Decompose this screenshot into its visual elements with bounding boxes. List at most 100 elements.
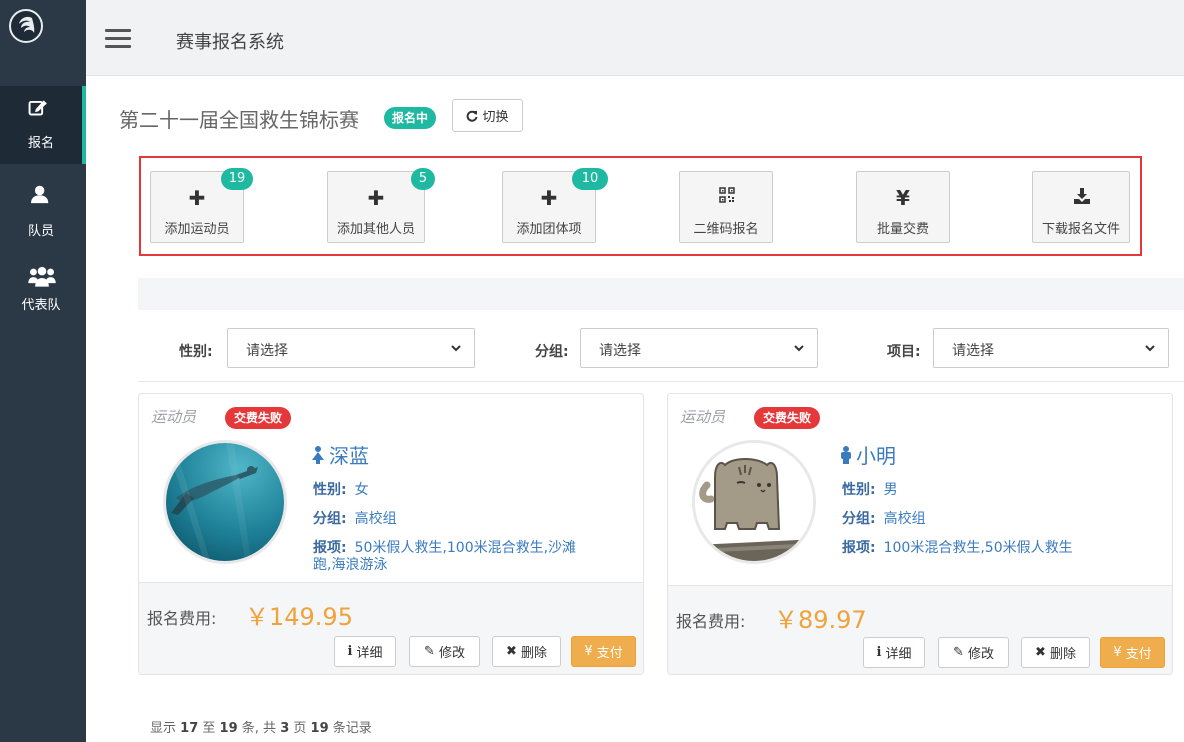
pager-pages: 3 <box>280 721 290 736</box>
sidebar: 报名 队员 代表队 <box>0 0 86 742</box>
edit-button[interactable]: ✎ 修改 <box>409 636 480 667</box>
user-icon <box>31 185 49 204</box>
events-info-continued: 跑,海浪游泳 <box>313 557 388 573</box>
add-other-staff-button[interactable]: ✚ 添加其他人员 <box>327 171 425 243</box>
fee-value: ￥89.97 <box>774 606 867 634</box>
sidebar-item-members[interactable]: 队员 <box>0 166 86 244</box>
gender-select-value: 请选择 <box>246 343 288 359</box>
fee-label: 报名费用: <box>147 609 217 628</box>
athlete-count-badge: 19 <box>221 168 253 190</box>
detail-button[interactable]: i 详细 <box>863 637 925 668</box>
events-info-value: 100米混合救生,50米假人救生 <box>883 540 1073 556</box>
edit-button[interactable]: ✎ 修改 <box>938 637 1009 668</box>
switch-competition-button[interactable]: 切换 <box>452 99 523 132</box>
gender-info: 性别: 男 <box>842 479 898 499</box>
gender-info-label: 性别: <box>842 482 876 498</box>
gender-info: 性别: 女 <box>313 479 369 499</box>
gender-info-value: 男 <box>883 482 898 498</box>
plus-icon: ✚ <box>188 186 206 210</box>
pager-suffix: 条记录 <box>332 721 372 736</box>
edit-icon <box>28 100 47 116</box>
events-info: 报项: 100米混合救生,50米假人救生 <box>842 537 1073 557</box>
payment-status-badge: 交费失败 <box>754 407 821 429</box>
pay-label: 支付 <box>1125 647 1152 662</box>
group-info-label: 分组: <box>313 511 347 527</box>
avatar <box>163 440 287 564</box>
action-label: 添加其他人员 <box>336 222 415 237</box>
sidebar-item-register[interactable]: 报名 <box>0 86 86 164</box>
sidebar-item-teams[interactable]: 代表队 <box>0 240 86 318</box>
chevron-down-icon <box>794 345 804 352</box>
yen-icon: ¥ <box>896 186 910 210</box>
plus-icon: ✚ <box>540 186 558 210</box>
sidebar-item-label: 报名 <box>27 136 54 151</box>
chevron-down-icon <box>1145 345 1155 352</box>
pagination-info: 显示 17 至 19 条, 共 3 页 19 条记录 <box>150 717 372 736</box>
delete-button[interactable]: ✖ 删除 <box>1021 637 1090 668</box>
event-select[interactable]: 请选择 <box>933 328 1169 368</box>
pay-button[interactable]: ¥ 支付 <box>1100 637 1165 668</box>
detail-button[interactable]: i 详细 <box>334 636 396 667</box>
download-icon <box>1074 188 1090 204</box>
chevron-down-icon <box>451 345 461 352</box>
users-icon <box>28 266 56 287</box>
other-staff-count-badge: 5 <box>411 168 435 190</box>
competition-title: 第二十一届全国救生锦标赛 <box>119 108 359 132</box>
action-label: 下载报名文件 <box>1041 222 1120 237</box>
events-info-label: 报项: <box>842 540 876 556</box>
payment-status-badge: 交费失败 <box>225 407 292 429</box>
delete-button[interactable]: ✖ 删除 <box>492 636 561 667</box>
group-info-value: 高校组 <box>354 511 397 527</box>
action-label: 批量交费 <box>876 222 929 237</box>
action-label: 添加运动员 <box>164 222 230 237</box>
main-content: 第二十一届全国救生锦标赛 报名中 切换 ✚ 添加运动员 19 ✚ 添加其他人员 … <box>86 76 1184 742</box>
person-name: 小明 <box>840 440 896 469</box>
sidebar-item-label: 代表队 <box>21 298 61 313</box>
pager-from: 17 <box>180 721 199 736</box>
yen-icon: ¥ <box>584 644 593 659</box>
pager-to-word: 至 <box>202 721 216 736</box>
person-name-text: 小明 <box>856 444 896 468</box>
batch-payment-button[interactable]: ¥ 批量交费 <box>856 171 950 243</box>
close-icon: ✖ <box>1035 645 1046 660</box>
pencil-icon: ✎ <box>953 645 964 660</box>
plus-icon: ✚ <box>367 186 385 210</box>
filter-divider <box>138 381 1184 382</box>
download-registration-file-button[interactable]: 下载报名文件 <box>1032 171 1130 243</box>
group-info-value: 高校组 <box>883 511 926 527</box>
pay-button[interactable]: ¥ 支付 <box>571 636 636 667</box>
card-role: 运动员 <box>151 408 197 426</box>
gender-info-label: 性别: <box>313 482 347 498</box>
group-info: 分组: 高校组 <box>313 508 397 528</box>
group-select[interactable]: 请选择 <box>580 328 818 368</box>
menu-toggle-icon[interactable] <box>105 29 131 48</box>
card-role: 运动员 <box>680 408 726 426</box>
pencil-icon: ✎ <box>424 644 435 659</box>
pager-mid: 条, 共 <box>241 721 277 736</box>
card-footer: 报名费用: ￥149.95 i 详细 ✎ 修改 ✖ 删除 ¥ 支付 <box>139 582 643 674</box>
group-info: 分组: 高校组 <box>842 508 926 528</box>
pay-label: 支付 <box>596 646 623 661</box>
qrcode-register-button[interactable]: 二维码报名 <box>679 171 773 243</box>
edit-label: 修改 <box>438 646 465 661</box>
app-logo-icon[interactable] <box>9 9 43 43</box>
action-label: 二维码报名 <box>693 222 759 237</box>
sidebar-item-label: 队员 <box>27 224 54 239</box>
gender-info-value: 女 <box>354 482 369 498</box>
detail-label: 详细 <box>356 646 383 661</box>
person-name: 深蓝 <box>311 440 369 469</box>
pager-prefix: 显示 <box>150 721 177 736</box>
actions-highlight-frame <box>139 156 1142 256</box>
refresh-icon <box>467 110 478 122</box>
delete-label: 删除 <box>520 646 547 661</box>
gender-select[interactable]: 请选择 <box>227 328 475 368</box>
person-name-text: 深蓝 <box>329 444 369 468</box>
app-title: 赛事报名系统 <box>176 32 284 53</box>
group-select-value: 请选择 <box>599 343 641 359</box>
info-icon: i <box>347 644 353 659</box>
fee-label: 报名费用: <box>676 612 746 631</box>
events-info-value: 50米假人救生,100米混合救生,沙滩 <box>354 540 577 556</box>
gender-filter-label: 性别: <box>179 344 213 360</box>
registration-status-badge: 报名中 <box>384 107 437 129</box>
top-bar: 赛事报名系统 <box>86 0 1184 76</box>
